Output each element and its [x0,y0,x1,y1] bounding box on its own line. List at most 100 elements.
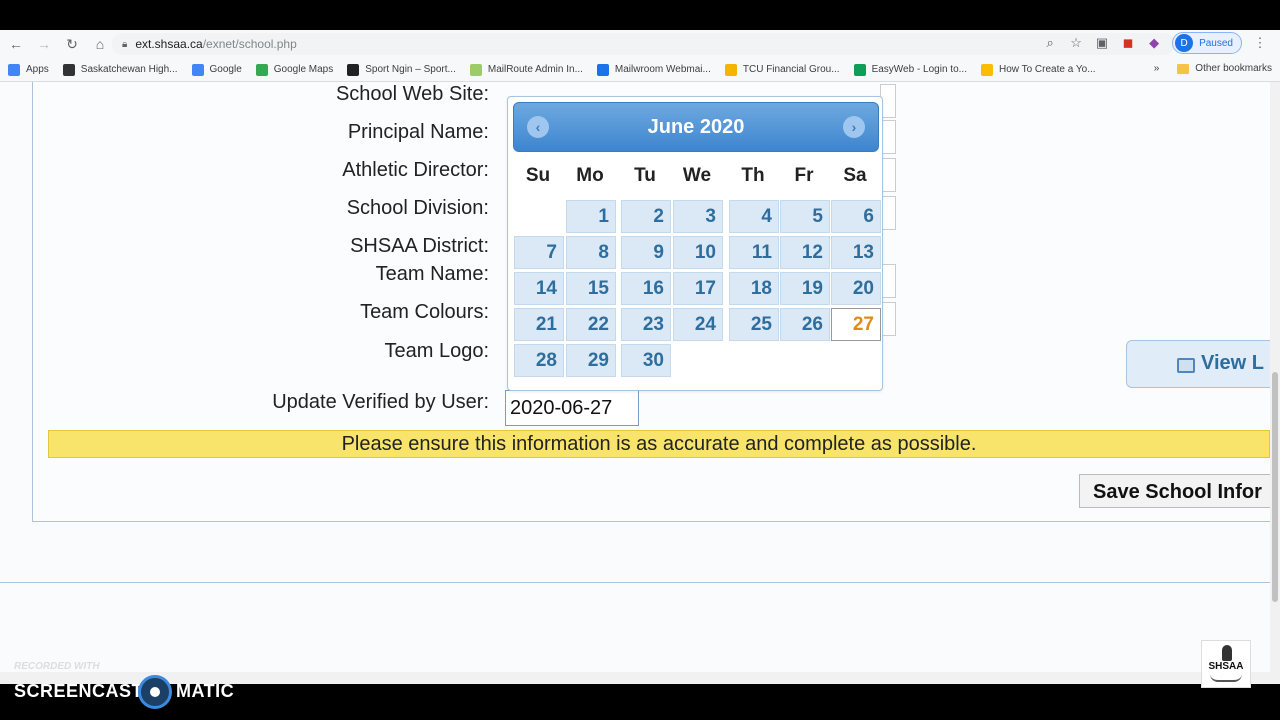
profile-status: Paused [1199,37,1233,49]
bookmark-item[interactable]: Sport Ngin – Sport... [347,63,456,76]
home-icon[interactable]: ⌂ [88,32,112,56]
bookmark-label: Google Maps [273,64,334,75]
day-cell[interactable]: 7 [514,236,564,269]
screencast-logo-icon [138,675,172,709]
star-icon[interactable]: ☆ [1068,35,1084,51]
other-bookmarks[interactable]: Other bookmarks [1195,63,1272,74]
bookmarks-more-icon[interactable]: » [1154,63,1160,74]
browser-toolbar: ← → ↻ ⌂ 🔒︎ ext.shsaa.ca /exnet/school.ph… [0,30,1280,58]
day-cell[interactable]: 13 [831,236,881,269]
day-cell[interactable]: 1 [566,200,616,233]
day-cell[interactable]: 30 [621,344,671,377]
address-bar[interactable]: 🔒︎ ext.shsaa.ca /exnet/school.php [112,33,1175,55]
bookmark-item[interactable]: Google [191,63,242,76]
day-cell[interactable]: 3 [673,200,723,233]
day-cell[interactable]: 23 [621,308,671,341]
torch-icon [1222,645,1232,661]
day-cell[interactable]: 20 [831,272,881,305]
bookmark-favicon-icon [255,63,268,76]
day-cell[interactable]: 4 [729,200,779,233]
menu-icon[interactable]: ⋮ [1252,35,1268,51]
view-logo-button[interactable]: View L [1126,340,1270,388]
bookmark-label: TCU Financial Grou... [742,64,840,75]
reload-icon[interactable]: ↻ [60,32,84,56]
bookmark-label: EasyWeb - Login to... [871,64,967,75]
day-cell[interactable]: 14 [514,272,564,305]
day-cell[interactable]: 10 [673,236,723,269]
shsaa-logo: SHSAA [1201,640,1251,688]
toolbar-right: ⌕ ☆ ▣ ◼ ◆ D Paused ⋮ [1042,32,1268,54]
bookmark-favicon-icon [853,63,866,76]
extension-icon[interactable]: ▣ [1094,35,1110,51]
page-content: School Web Site: Principal Name: Athleti… [0,82,1270,672]
weekday-header: Su [525,165,551,186]
label-athletic-director: Athletic Director: [342,159,489,181]
bookmark-favicon-icon [347,63,360,76]
bookmark-item[interactable]: Google Maps [255,63,334,76]
day-cell[interactable]: 22 [566,308,616,341]
day-cell[interactable]: 11 [729,236,779,269]
day-cell[interactable]: 18 [729,272,779,305]
bookmark-favicon-icon [980,63,993,76]
extension-purple-icon[interactable]: ◆ [1146,35,1162,51]
weekday-header: Tu [634,165,656,186]
next-month-icon[interactable]: › [843,116,865,138]
screen: ← → ↻ ⌂ 🔒︎ ext.shsaa.ca /exnet/school.ph… [0,0,1280,720]
profile-button[interactable]: D Paused [1172,32,1242,54]
url-path: /exnet/school.php [202,37,297,51]
screencast-text: SCREENCAST [14,681,144,701]
day-cell[interactable]: 16 [621,272,671,305]
label-team-name: Team Name: [375,263,489,285]
day-cell[interactable]: 6 [831,200,881,233]
logo-swirl [1210,674,1242,682]
vertical-scrollbar[interactable] [1270,82,1280,672]
back-icon[interactable]: ← [4,32,28,56]
day-cell[interactable]: 19 [780,272,830,305]
weekday-header: Sa [843,165,867,186]
day-cell[interactable]: 25 [729,308,779,341]
selected-day-cell[interactable]: 27 [831,308,881,341]
day-cell[interactable]: 28 [514,344,564,377]
shsaa-logo-text: SHSAA [1208,661,1244,672]
day-cell[interactable]: 29 [566,344,616,377]
day-cell[interactable]: 9 [621,236,671,269]
weekday-header: We [682,165,712,186]
bookmark-label: Mailwroom Webmai... [614,64,711,75]
zoom-icon[interactable]: ⌕ [1042,35,1058,51]
day-cell[interactable]: 21 [514,308,564,341]
extension-red-icon[interactable]: ◼ [1120,35,1136,51]
bookmark-label: MailRoute Admin In... [487,64,583,75]
weekday-header: Mo [576,165,604,186]
day-cell[interactable]: 5 [780,200,830,233]
label-school-division: School Division: [346,197,489,219]
view-logo-label: View L [1201,352,1264,374]
label-update-verified: Update Verified by User: [272,391,489,413]
day-cell[interactable]: 24 [673,308,723,341]
day-cell[interactable]: 26 [780,308,830,341]
bookmark-item[interactable]: Saskatchewan High... [62,63,178,76]
forward-icon[interactable]: → [32,32,56,56]
avatar: D [1175,34,1194,52]
bookmark-item[interactable]: EasyWeb - Login to... [853,63,967,76]
save-school-info-button[interactable]: Save School Infor [1079,474,1270,508]
bookmark-item[interactable]: Apps [8,63,49,76]
day-cell[interactable]: 8 [566,236,616,269]
day-cell[interactable]: 12 [780,236,830,269]
bookmark-favicon-icon [596,63,609,76]
day-cell[interactable]: 15 [566,272,616,305]
scroll-thumb[interactable] [1272,372,1278,602]
bookmark-item[interactable]: How To Create a Yo... [980,63,1096,76]
bookmark-label: Google [209,64,242,75]
lock-icon: 🔒︎ [122,38,128,50]
day-cell[interactable]: 17 [673,272,723,305]
update-verified-date-input[interactable]: 2020-06-27 [505,390,639,426]
bookmark-label: How To Create a Yo... [998,64,1096,75]
bookmark-item[interactable]: MailRoute Admin In... [469,63,583,76]
recorded-with-text: RECORDED WITH [14,661,100,672]
label-team-logo: Team Logo: [384,340,489,362]
bookmark-item[interactable]: Mailwroom Webmai... [596,63,711,76]
day-cell[interactable]: 2 [621,200,671,233]
bookmarks-bar: Apps Saskatchewan High... Google Google Map… [0,58,1280,82]
weekday-header: Th [741,165,765,186]
bookmark-item[interactable]: TCU Financial Grou... [724,63,840,76]
